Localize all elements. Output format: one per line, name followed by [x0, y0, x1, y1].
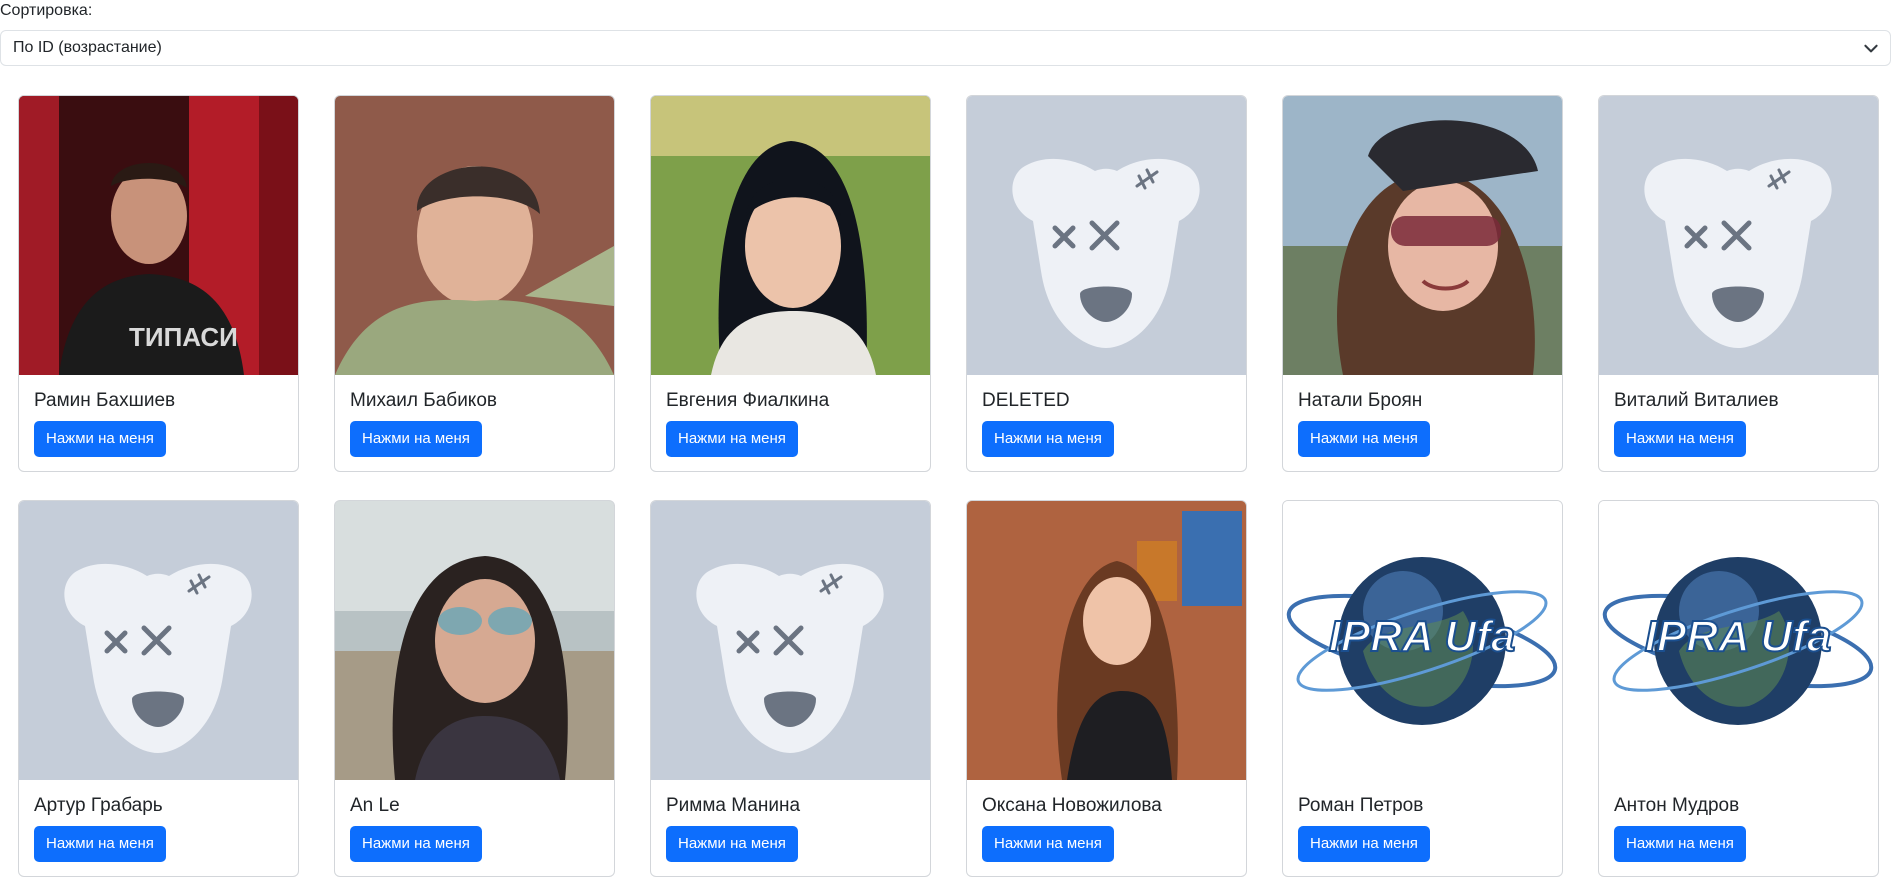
- deleted-dog-avatar-image: [967, 96, 1246, 375]
- user-name: Антон Мудров: [1614, 795, 1740, 816]
- press-me-button[interactable]: Нажми на меня: [666, 421, 798, 457]
- photo-woman-aviators: [335, 501, 614, 780]
- photo-man-red-curtains: ТИПАСИ: [19, 96, 298, 375]
- user-card: An Le Нажми на меня: [334, 500, 615, 877]
- user-card: Евгения Фиалкина Нажми на меня: [650, 95, 931, 472]
- deleted-dog-avatar-image: [651, 501, 930, 780]
- photo-woman-aviators-image: [335, 501, 614, 780]
- user-card: Михаил Бабиков Нажми на меня: [334, 95, 615, 472]
- globe-logo: IPRA Ufa: [1283, 501, 1562, 780]
- user-card: ТИПАСИ Рамин Бахшиев Нажми на меня: [18, 95, 299, 472]
- press-me-button[interactable]: Нажми на меня: [1614, 421, 1746, 457]
- press-me-button[interactable]: Нажми на меня: [982, 826, 1114, 862]
- photo-woman-brick-wall: [967, 501, 1246, 780]
- user-name: Евгения Фиалкина: [666, 390, 830, 411]
- user-name: Рамин Бахшиев: [34, 390, 176, 411]
- photo-man-red-curtains-image: ТИПАСИ: [19, 96, 298, 375]
- user-card: Натали Броян Нажми на меня: [1282, 95, 1563, 472]
- deleted-dog-avatar: [1599, 96, 1878, 375]
- user-card: Виталий Виталиев Нажми на меня: [1598, 95, 1879, 472]
- photo-woman-grass: [651, 96, 930, 375]
- press-me-button[interactable]: Нажми на меня: [1614, 826, 1746, 862]
- user-card: DELETED Нажми на меня: [966, 95, 1247, 472]
- user-card: Артур Грабарь Нажми на меня: [18, 500, 299, 877]
- deleted-dog-avatar-image: [19, 501, 298, 780]
- user-name: Михаил Бабиков: [350, 390, 497, 411]
- sort-label: Сортировка:: [0, 2, 93, 19]
- photo-woman-grass-image: [651, 96, 930, 375]
- deleted-dog-avatar: [651, 501, 930, 780]
- deleted-dog-avatar: [19, 501, 298, 780]
- press-me-button[interactable]: Нажми на меня: [982, 421, 1114, 457]
- press-me-button[interactable]: Нажми на меня: [666, 826, 798, 862]
- press-me-button[interactable]: Нажми на меня: [350, 421, 482, 457]
- press-me-button[interactable]: Нажми на меня: [350, 826, 482, 862]
- press-me-button[interactable]: Нажми на меня: [1298, 826, 1430, 862]
- photo-man-beanie-image: [335, 96, 614, 375]
- user-card: Римма Манина Нажми на меня: [650, 500, 931, 877]
- user-card: Оксана Новожилова Нажми на меня: [966, 500, 1247, 877]
- deleted-dog-avatar-image: [1599, 96, 1878, 375]
- user-name: Оксана Новожилова: [982, 795, 1162, 816]
- globe-logo: IPRA Ufa: [1599, 501, 1878, 780]
- user-name: Римма Манина: [666, 795, 801, 816]
- svg-text:IPRA Ufa: IPRA Ufa: [1329, 612, 1516, 661]
- user-name: DELETED: [982, 390, 1070, 411]
- globe-logo-image: IPRA Ufa: [1283, 501, 1562, 780]
- press-me-button[interactable]: Нажми на меня: [34, 826, 166, 862]
- user-card: IPRA Ufa Роман Петров Нажми на меня: [1282, 500, 1563, 877]
- photo-woman-cap-sunglasses-image: [1283, 96, 1562, 375]
- photo-woman-brick-wall-image: [967, 501, 1246, 780]
- press-me-button[interactable]: Нажми на меня: [1298, 421, 1430, 457]
- sort-select[interactable]: По ID (возрастание): [0, 30, 1891, 66]
- user-name: Виталий Виталиев: [1614, 390, 1779, 411]
- press-me-button[interactable]: Нажми на меня: [34, 421, 166, 457]
- sort-select-value: По ID (возрастание): [13, 39, 162, 56]
- user-name: An Le: [350, 795, 400, 816]
- chevron-down-icon: [1864, 44, 1878, 53]
- globe-logo-image: IPRA Ufa: [1599, 501, 1878, 780]
- user-name: Натали Броян: [1298, 390, 1423, 411]
- svg-text:IPRA Ufa: IPRA Ufa: [1645, 612, 1832, 661]
- deleted-dog-avatar: [967, 96, 1246, 375]
- svg-text:ТИПАСИ: ТИПАСИ: [129, 322, 238, 352]
- photo-woman-cap-sunglasses: [1283, 96, 1562, 375]
- photo-man-beanie: [335, 96, 614, 375]
- user-name: Роман Петров: [1298, 795, 1424, 816]
- user-name: Артур Грабарь: [34, 795, 163, 816]
- user-card-grid: ТИПАСИ Рамин Бахшиев Нажми на меня Михаи…: [18, 95, 1882, 877]
- user-card: IPRA Ufa Антон Мудров Нажми на меня: [1598, 500, 1879, 877]
